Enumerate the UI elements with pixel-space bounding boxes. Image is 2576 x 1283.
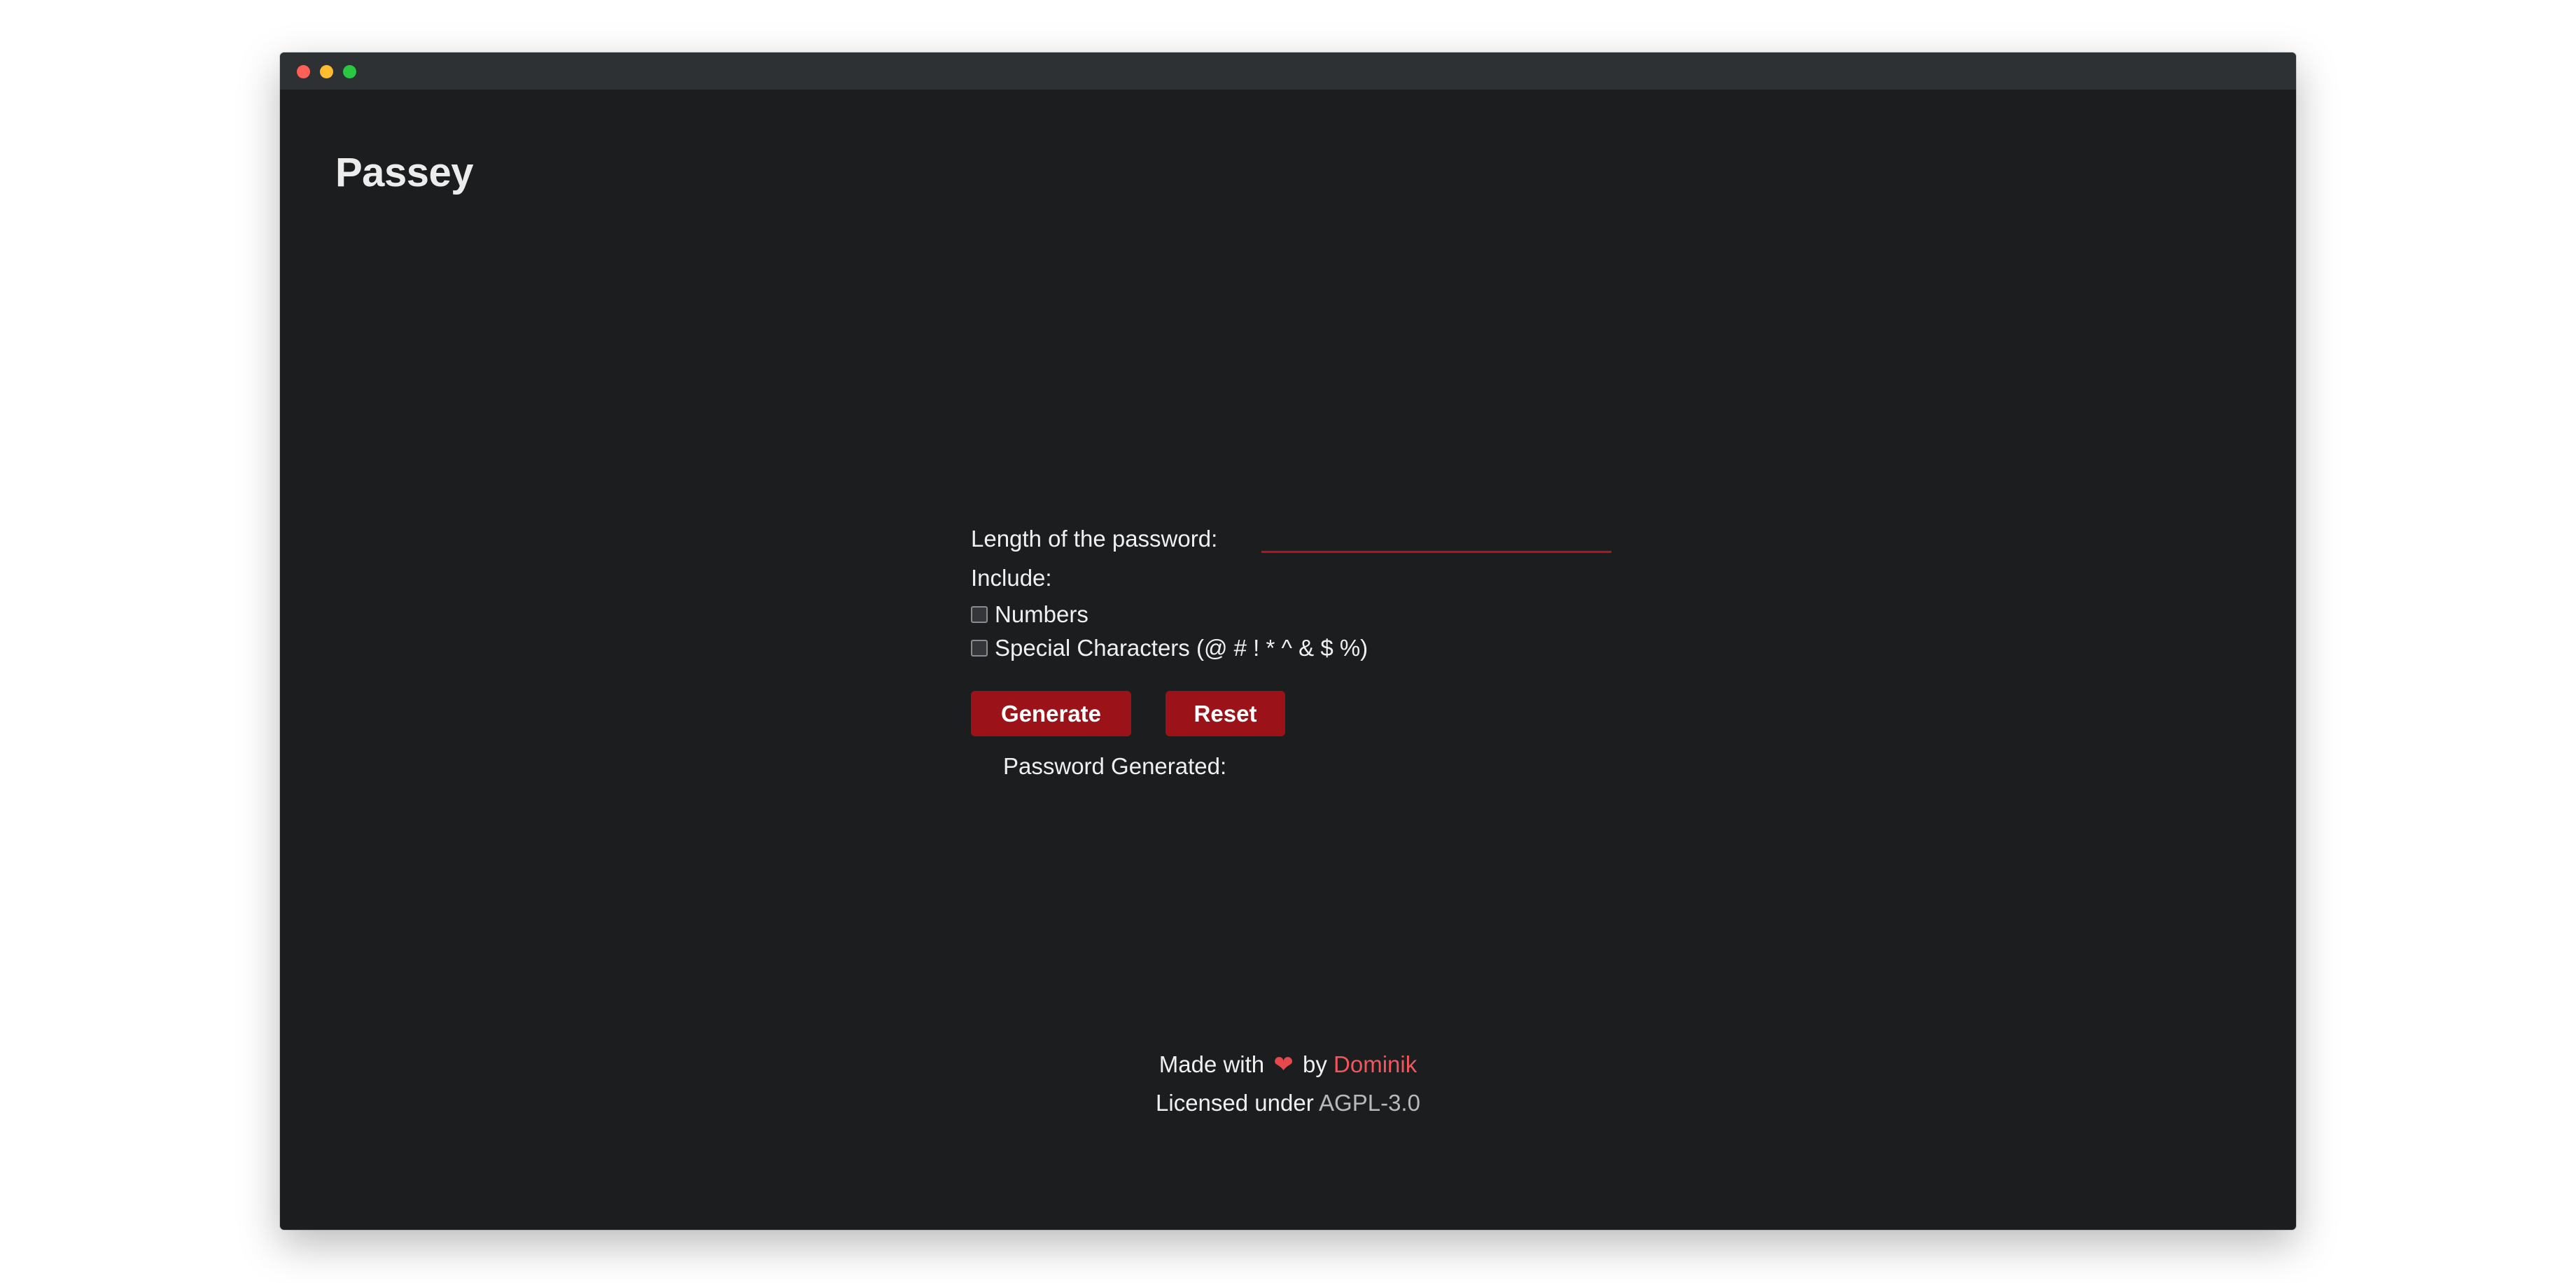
made-with-text: Made with bbox=[1158, 1051, 1265, 1077]
password-generated-text: Password Generated: bbox=[1003, 753, 1227, 779]
password-generated-label: Password Generated: bbox=[1003, 753, 1226, 780]
author-link[interactable]: Dominik bbox=[1334, 1051, 1417, 1077]
reset-button[interactable]: Reset bbox=[1166, 691, 1285, 736]
maximize-window-button[interactable] bbox=[343, 65, 356, 78]
numbers-label: Numbers bbox=[995, 601, 1088, 627]
close-window-button[interactable] bbox=[297, 65, 310, 78]
license-link[interactable]: AGPL-3.0 bbox=[1319, 1090, 1420, 1116]
licensed-under-text: Licensed under bbox=[1156, 1090, 1314, 1116]
app-window: Passey Length of the password: Include: … bbox=[280, 52, 2296, 1230]
by-text: by bbox=[1303, 1051, 1327, 1077]
footer-credit: Made with ❤ by Dominik bbox=[280, 1051, 2296, 1079]
include-label: Include: bbox=[971, 565, 1052, 591]
footer-license: Licensed under AGPL-3.0 bbox=[280, 1090, 2296, 1116]
special-characters-option[interactable]: Special Characters (@ # ! * ^ & $ %) bbox=[971, 635, 1368, 661]
app-title: Passey bbox=[335, 150, 473, 195]
length-input[interactable] bbox=[1261, 523, 1611, 553]
numbers-checkbox[interactable] bbox=[971, 606, 988, 623]
special-characters-checkbox[interactable] bbox=[971, 640, 988, 657]
heart-icon: ❤ bbox=[1273, 1051, 1294, 1078]
window-titlebar bbox=[280, 52, 2296, 90]
length-label: Length of the password: bbox=[971, 526, 1218, 552]
numbers-option[interactable]: Numbers bbox=[971, 601, 1088, 628]
minimize-window-button[interactable] bbox=[320, 65, 333, 78]
generate-button[interactable]: Generate bbox=[971, 691, 1131, 736]
special-characters-label: Special Characters (@ # ! * ^ & $ %) bbox=[995, 635, 1368, 661]
